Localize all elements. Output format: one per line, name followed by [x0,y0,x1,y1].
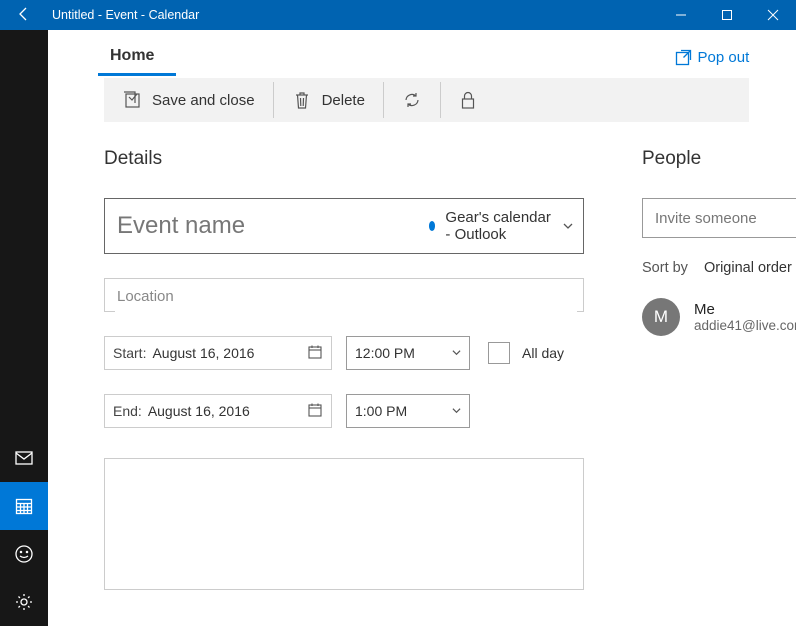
invite-field[interactable] [642,198,796,238]
save-close-button[interactable]: Save and close [104,78,273,122]
tab-home[interactable]: Home [104,39,160,75]
refresh-button[interactable] [384,78,440,122]
popout-icon [675,49,692,66]
maximize-button[interactable] [704,0,750,30]
title-bar: Untitled - Event - Calendar [0,0,796,30]
person-name: Me [694,301,796,318]
smiley-icon [14,544,34,564]
end-date-field[interactable]: End: August 16, 2016 [104,394,332,428]
close-icon [767,9,779,21]
location-input[interactable] [115,279,577,313]
event-name-input[interactable] [115,211,429,241]
lock-icon [459,90,477,110]
event-name-field[interactable]: Gear's calendar - Outlook [104,198,584,254]
person-me[interactable]: M Me addie41@live.com [642,298,796,336]
allday-label: All day [522,345,564,361]
description-field[interactable] [104,458,584,590]
chevron-down-icon [452,346,461,360]
sort-value: Original order [704,260,792,276]
gear-icon [14,592,34,612]
invite-input[interactable] [653,209,794,228]
people-heading: People [642,148,796,170]
rail-calendar[interactable] [0,482,48,530]
start-date-value: August 16, 2016 [152,345,307,361]
end-date-value: August 16, 2016 [148,403,307,419]
calendar-icon [307,402,323,421]
back-arrow-icon [16,6,32,22]
start-time-value: 12:00 PM [355,345,415,361]
save-close-icon [122,90,142,110]
location-field[interactable] [104,278,584,312]
back-button[interactable] [0,6,48,25]
calendar-selector[interactable]: Gear's calendar - Outlook [429,209,573,243]
sort-row[interactable]: Sort by Original order [642,260,796,276]
delete-label: Delete [322,92,365,109]
close-button[interactable] [750,0,796,30]
minimize-button[interactable] [658,0,704,30]
delete-button[interactable]: Delete [274,78,383,122]
allday-checkbox[interactable] [488,342,510,364]
calendar-icon [307,344,323,363]
avatar: M [642,298,680,336]
private-button[interactable] [441,78,495,122]
calendar-color-dot [429,221,435,231]
tab-home-underline [98,73,176,76]
popout-button[interactable]: Pop out [675,49,750,66]
rail-settings[interactable] [0,578,48,626]
popout-label: Pop out [698,49,750,66]
details-heading: Details [104,148,584,170]
start-date-field[interactable]: Start: August 16, 2016 [104,336,332,370]
person-email: addie41@live.com [694,318,796,333]
calendar-icon [14,496,34,516]
window-title: Untitled - Event - Calendar [48,8,658,22]
end-time-field[interactable]: 1:00 PM [346,394,470,428]
description-textarea[interactable] [105,459,583,589]
app-rail [0,30,48,626]
minimize-icon [675,9,687,21]
end-label: End: [113,403,142,419]
save-close-label: Save and close [152,92,255,109]
mail-icon [14,448,34,468]
chevron-down-icon [563,218,573,235]
rail-mail[interactable] [0,434,48,482]
ribbon: Save and close Delete [104,78,749,122]
start-label: Start: [113,345,146,361]
sort-label: Sort by [642,260,688,276]
trash-icon [292,90,312,110]
calendar-selector-label: Gear's calendar - Outlook [445,209,555,243]
rail-feedback[interactable] [0,530,48,578]
maximize-icon [721,9,733,21]
chevron-down-icon [452,404,461,418]
refresh-icon [402,90,422,110]
start-time-field[interactable]: 12:00 PM [346,336,470,370]
end-time-value: 1:00 PM [355,403,407,419]
